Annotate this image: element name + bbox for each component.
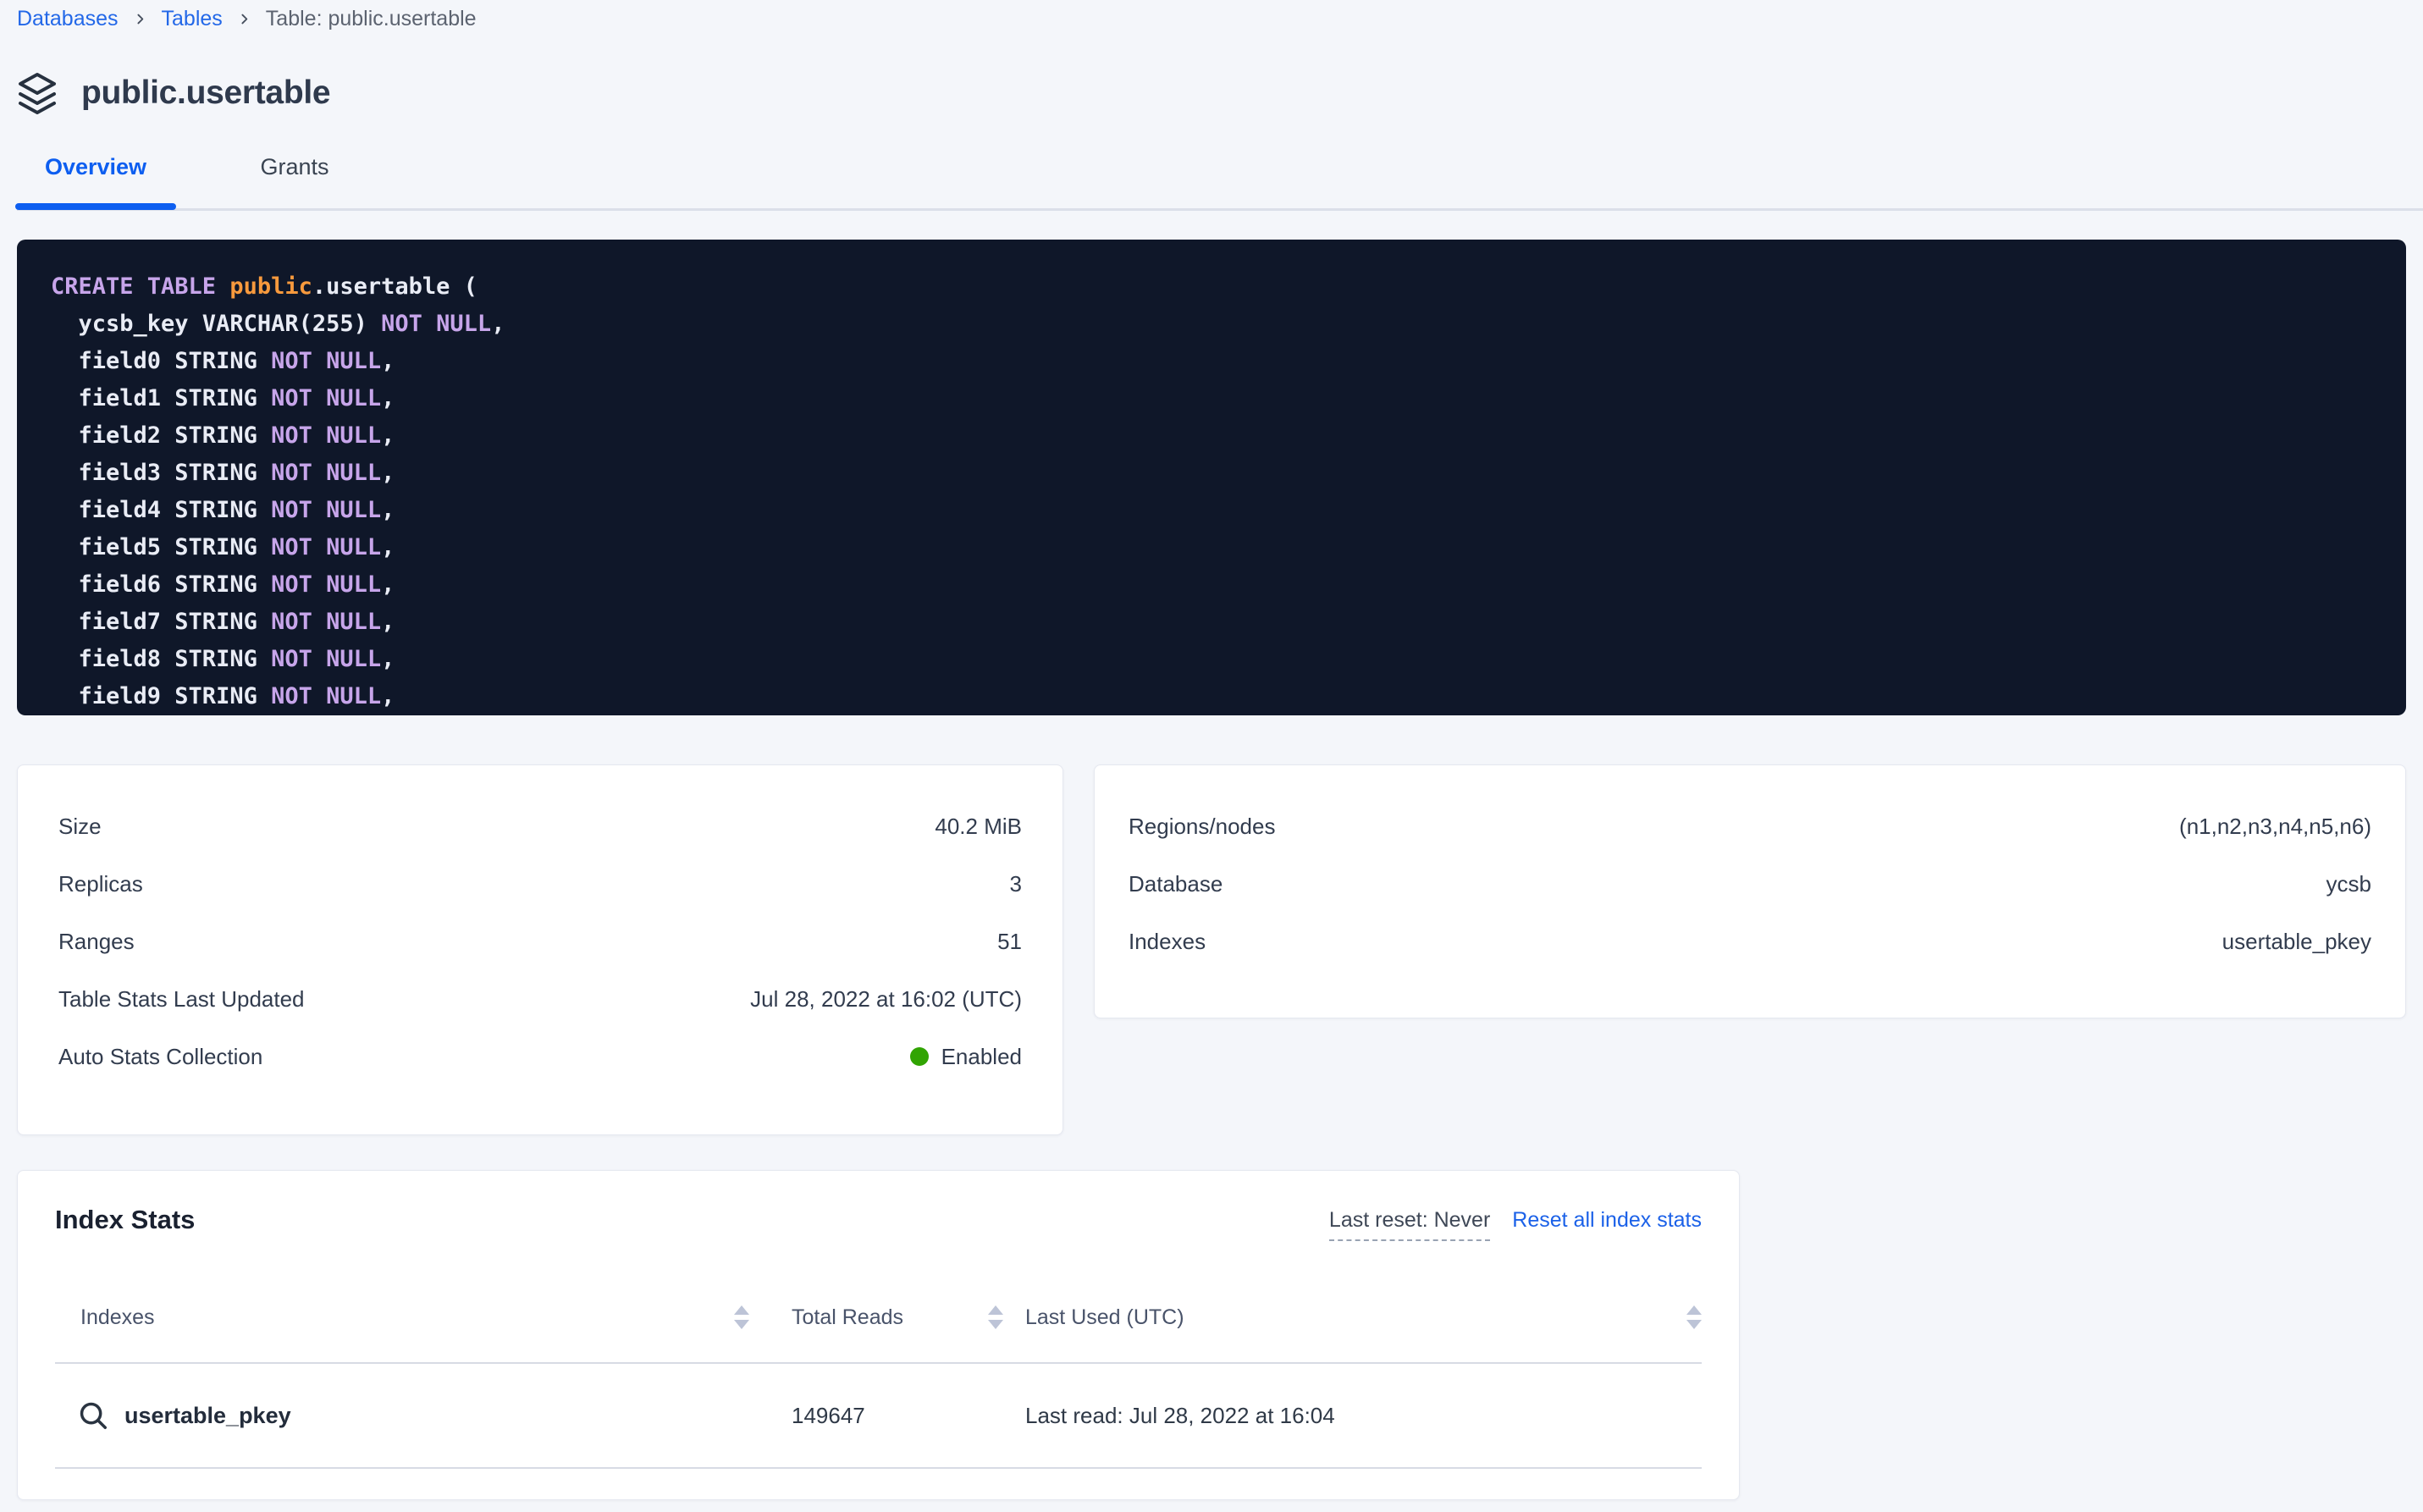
- stat-label: Indexes: [1129, 929, 1206, 955]
- sql-line: field5 STRING NOT NULL,: [51, 529, 2406, 566]
- stat-value: usertable_pkey: [2222, 929, 2371, 955]
- index-name-link[interactable]: usertable_pkey: [124, 1403, 291, 1429]
- stat-row-ranges: Ranges 51: [58, 913, 1022, 970]
- stat-label: Database: [1129, 871, 1223, 897]
- tab-bar: Overview Grants: [15, 154, 375, 180]
- index-stats-card: Index Stats Last reset: Never Reset all …: [17, 1170, 1740, 1500]
- active-tab-underline: [15, 203, 176, 210]
- sql-line: field2 STRING NOT NULL,: [51, 417, 2406, 455]
- status-badge: Enabled: [910, 1044, 1022, 1070]
- sort-arrows-icon[interactable]: [1686, 1305, 1702, 1329]
- stat-row-size: Size 40.2 MiB: [58, 797, 1022, 855]
- column-header-total-reads: Total Reads: [749, 1305, 1003, 1330]
- tab-grants[interactable]: Grants: [214, 154, 375, 180]
- table-meta-card: Regions/nodes (n1,n2,n3,n4,n5,n6) Databa…: [1094, 764, 2406, 1018]
- column-label: Indexes: [80, 1305, 155, 1330]
- reset-area: Last reset: Never Reset all index stats: [1329, 1208, 1702, 1241]
- page-header: public.usertable: [17, 71, 330, 115]
- sql-line: field4 STRING NOT NULL,: [51, 492, 2406, 529]
- sql-line: ycsb_key VARCHAR(255) NOT NULL,: [51, 306, 2406, 343]
- sql-line: field6 STRING NOT NULL,: [51, 566, 2406, 604]
- table-divider: [55, 1467, 1702, 1469]
- stat-label: Table Stats Last Updated: [58, 986, 305, 1013]
- stat-value: ycsb: [2326, 871, 2371, 897]
- last-reset-label: Last reset: Never: [1329, 1208, 1490, 1241]
- breadcrumb-current: Table: public.usertable: [266, 7, 477, 31]
- stat-value: 40.2 MiB: [935, 814, 1022, 840]
- table-row: usertable_pkey 149647 Last read: Jul 28,…: [55, 1364, 1702, 1467]
- last-used-cell: Last read: Jul 28, 2022 at 16:04: [1003, 1403, 1702, 1429]
- sql-line: field1 STRING NOT NULL,: [51, 380, 2406, 417]
- create-table-sql-box: CREATE TABLE public.usertable ( ycsb_key…: [17, 240, 2406, 715]
- breadcrumb-databases[interactable]: Databases: [17, 7, 119, 31]
- total-reads-cell: 149647: [749, 1403, 1003, 1429]
- tab-divider: [17, 208, 2423, 211]
- sort-arrows-icon[interactable]: [734, 1305, 749, 1329]
- stat-row-auto-stats: Auto Stats Collection Enabled: [58, 1028, 1022, 1085]
- stat-row-replicas: Replicas 3: [58, 855, 1022, 913]
- stat-label: Regions/nodes: [1129, 814, 1275, 840]
- breadcrumb: Databases Tables Table: public.usertable: [17, 7, 477, 31]
- stat-label: Ranges: [58, 929, 135, 955]
- stat-label: Auto Stats Collection: [58, 1044, 262, 1070]
- sort-arrows-icon[interactable]: [988, 1305, 1003, 1329]
- sql-line: field9 STRING NOT NULL,: [51, 678, 2406, 715]
- status-text: Enabled: [941, 1044, 1022, 1070]
- sql-line: field0 STRING NOT NULL,: [51, 343, 2406, 380]
- page-title: public.usertable: [81, 74, 330, 112]
- reset-all-index-stats-link[interactable]: Reset all index stats: [1512, 1208, 1702, 1233]
- stat-value: (n1,n2,n3,n4,n5,n6): [2179, 814, 2371, 840]
- index-name-cell: usertable_pkey: [55, 1399, 749, 1432]
- column-header-indexes: Indexes: [55, 1305, 749, 1330]
- column-label: Last Used (UTC): [1025, 1305, 1184, 1330]
- index-stats-title: Index Stats: [55, 1205, 195, 1235]
- search-icon: [77, 1399, 109, 1432]
- column-header-last-used: Last Used (UTC): [1003, 1305, 1702, 1330]
- sql-line: CREATE TABLE public.usertable (: [51, 268, 2406, 306]
- index-table-header: Indexes Total Reads Last Used (UTC): [55, 1302, 1702, 1333]
- stat-row-database: Database ycsb: [1129, 855, 2371, 913]
- stat-label: Replicas: [58, 871, 143, 897]
- chevron-right-icon: [237, 12, 251, 26]
- stat-value: Jul 28, 2022 at 16:02 (UTC): [750, 986, 1022, 1013]
- breadcrumb-tables[interactable]: Tables: [162, 7, 223, 31]
- stat-label: Size: [58, 814, 102, 840]
- stat-row-indexes: Indexes usertable_pkey: [1129, 913, 2371, 970]
- tab-overview[interactable]: Overview: [15, 154, 176, 180]
- stat-row-stats-updated: Table Stats Last Updated Jul 28, 2022 at…: [58, 970, 1022, 1028]
- table-details-card: Size 40.2 MiB Replicas 3 Ranges 51 Table…: [17, 764, 1063, 1135]
- chevron-right-icon: [133, 12, 147, 26]
- table-layers-icon: [17, 71, 58, 115]
- status-enabled-dot-icon: [910, 1047, 929, 1066]
- column-label: Total Reads: [792, 1305, 903, 1330]
- stat-row-regions: Regions/nodes (n1,n2,n3,n4,n5,n6): [1129, 797, 2371, 855]
- sql-line: field8 STRING NOT NULL,: [51, 641, 2406, 678]
- stat-value: 51: [997, 929, 1022, 955]
- stat-value: 3: [1010, 871, 1022, 897]
- sql-line: field3 STRING NOT NULL,: [51, 455, 2406, 492]
- index-stats-header: Index Stats Last reset: Never Reset all …: [55, 1171, 1702, 1241]
- sql-line: field7 STRING NOT NULL,: [51, 604, 2406, 641]
